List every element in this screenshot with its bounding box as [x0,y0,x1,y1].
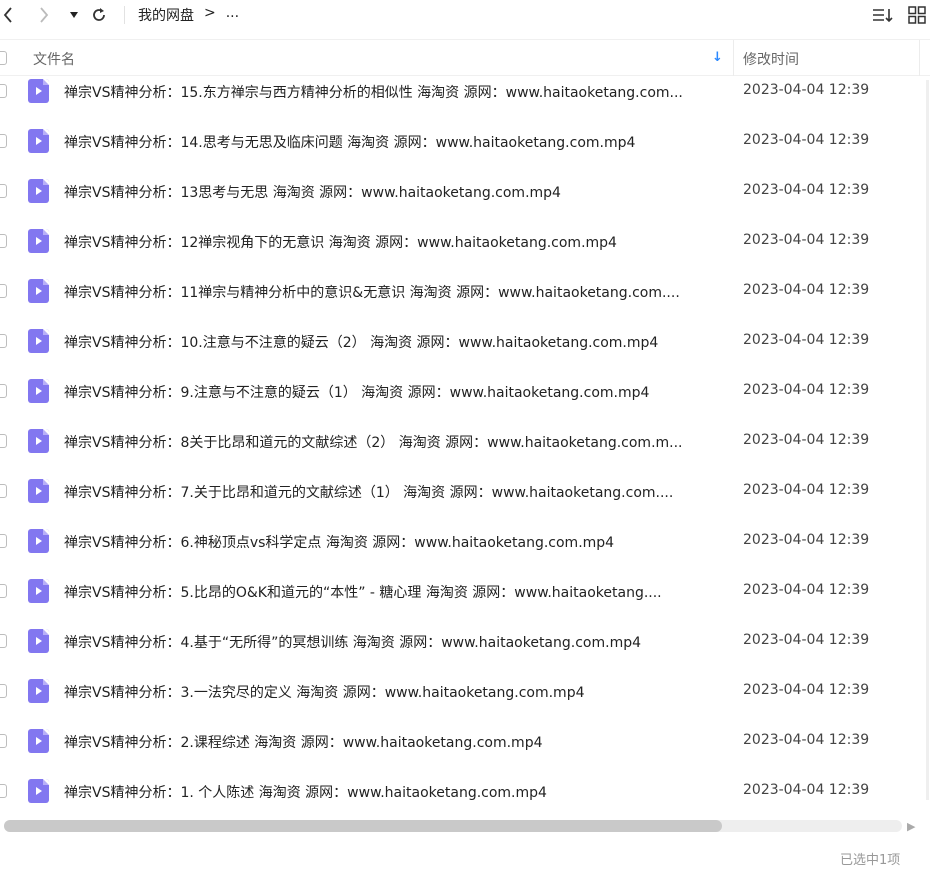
file-modified-time: 2023-04-04 12:39 [743,132,870,148]
file-name[interactable]: 禅宗VS精神分析：4.基于“无所得”的冥想训练 海淘资 源网：www.haita… [64,632,724,652]
file-modified-time: 2023-04-04 12:39 [743,382,870,398]
file-modified-time: 2023-04-04 12:39 [743,532,870,548]
video-file-icon [28,779,49,803]
scroll-right-arrow-icon[interactable]: ▶ [907,820,915,833]
breadcrumb-ellipsis[interactable]: ... [226,5,239,25]
toolbar-divider [124,6,125,24]
video-file-icon [28,229,49,253]
horizontal-scrollbar-thumb[interactable] [4,820,723,832]
horizontal-scrollbar[interactable] [4,820,902,832]
breadcrumb: 我的网盘 > ... [138,5,239,25]
file-row[interactable]: 禅宗VS精神分析：15.东方禅宗与西方精神分析的相似性 海淘资 源网：www.h… [0,66,930,116]
row-checkbox[interactable] [0,784,7,798]
file-row[interactable]: 禅宗VS精神分析：2.课程综述 海淘资 源网：www.haitaoketang.… [0,716,930,766]
file-modified-time: 2023-04-04 12:39 [743,582,870,598]
video-file-icon [28,379,49,403]
file-row[interactable]: 禅宗VS精神分析：14.思考与无思及临床问题 海淘资 源网：www.haitao… [0,116,930,166]
file-row[interactable]: 禅宗VS精神分析：11禅宗与精神分析中的意识&无意识 海淘资 源网：www.ha… [0,266,930,316]
file-modified-time: 2023-04-04 12:39 [743,282,870,298]
file-row[interactable]: 禅宗VS精神分析：13思考与无思 海淘资 源网：www.haitaoketang… [0,166,930,216]
row-checkbox[interactable] [0,634,7,648]
file-name[interactable]: 禅宗VS精神分析：13思考与无思 海淘资 源网：www.haitaoketang… [64,182,724,202]
video-file-icon [28,179,49,203]
row-checkbox[interactable] [0,84,7,98]
file-name[interactable]: 禅宗VS精神分析：12禅宗视角下的无意识 海淘资 源网：www.haitaoke… [64,232,724,252]
video-file-icon [28,479,49,503]
file-name[interactable]: 禅宗VS精神分析：9.注意与不注意的疑云（1） 海淘资 源网：www.haita… [64,382,724,402]
chevron-right-icon[interactable] [36,3,52,27]
file-name[interactable]: 禅宗VS精神分析：10.注意与不注意的疑云（2） 海淘资 源网：www.hait… [64,332,724,352]
history-dropdown-icon[interactable] [68,3,80,27]
video-file-icon [28,629,49,653]
file-row[interactable]: 禅宗VS精神分析：6.神秘顶点vs科学定点 海淘资 源网：www.haitaok… [0,516,930,566]
file-name[interactable]: 禅宗VS精神分析：2.课程综述 海淘资 源网：www.haitaoketang.… [64,732,724,752]
video-file-icon [28,129,49,153]
file-row[interactable]: 禅宗VS精神分析：3.一法究尽的定义 海淘资 源网：www.haitaoketa… [0,666,930,716]
file-row[interactable]: 禅宗VS精神分析：5.比昂的O&K和道元的“本性” - 糖心理 海淘资 源网：w… [0,566,930,616]
sort-direction-arrow-icon[interactable]: ↓ [712,50,723,65]
chevron-left-icon[interactable] [0,3,16,27]
file-modified-time: 2023-04-04 12:39 [743,82,870,98]
file-modified-time: 2023-04-04 12:39 [743,232,870,248]
vertical-scrollbar[interactable] [926,80,929,800]
file-name[interactable]: 禅宗VS精神分析：15.东方禅宗与西方精神分析的相似性 海淘资 源网：www.h… [64,82,724,102]
file-row[interactable]: 禅宗VS精神分析：9.注意与不注意的疑云（1） 海淘资 源网：www.haita… [0,366,930,416]
row-checkbox[interactable] [0,534,7,548]
file-modified-time: 2023-04-04 12:39 [743,332,870,348]
file-name[interactable]: 禅宗VS精神分析：5.比昂的O&K和道元的“本性” - 糖心理 海淘资 源网：w… [64,582,724,602]
row-checkbox[interactable] [0,334,7,348]
video-file-icon [28,579,49,603]
file-row[interactable]: 禅宗VS精神分析：12禅宗视角下的无意识 海淘资 源网：www.haitaoke… [0,216,930,266]
breadcrumb-separator: > [204,5,216,21]
refresh-icon[interactable] [90,3,108,27]
file-modified-time: 2023-04-04 12:39 [743,632,870,648]
file-modified-time: 2023-04-04 12:39 [743,182,870,198]
file-row[interactable]: 禅宗VS精神分析：10.注意与不注意的疑云（2） 海淘资 源网：www.hait… [0,316,930,366]
video-file-icon [28,329,49,353]
file-modified-time: 2023-04-04 12:39 [743,782,870,798]
file-modified-time: 2023-04-04 12:39 [743,482,870,498]
video-file-icon [28,529,49,553]
breadcrumb-root[interactable]: 我的网盘 [138,5,194,25]
file-modified-time: 2023-04-04 12:39 [743,682,870,698]
row-checkbox[interactable] [0,434,7,448]
file-row[interactable]: 禅宗VS精神分析：4.基于“无所得”的冥想训练 海淘资 源网：www.haita… [0,616,930,666]
file-name[interactable]: 禅宗VS精神分析：6.神秘顶点vs科学定点 海淘资 源网：www.haitaok… [64,532,724,552]
file-list: 禅宗VS精神分析：15.东方禅宗与西方精神分析的相似性 海淘资 源网：www.h… [0,66,930,816]
file-row[interactable]: 禅宗VS精神分析：1. 个人陈述 海淘资 源网：www.haitaoketang… [0,766,930,816]
video-file-icon [28,679,49,703]
file-name[interactable]: 禅宗VS精神分析：3.一法究尽的定义 海淘资 源网：www.haitaoketa… [64,682,724,702]
selection-status: 已选中1项 [840,853,901,868]
file-modified-time: 2023-04-04 12:39 [743,432,870,448]
file-name[interactable]: 禅宗VS精神分析：1. 个人陈述 海淘资 源网：www.haitaoketang… [64,782,724,802]
row-checkbox[interactable] [0,684,7,698]
file-name[interactable]: 禅宗VS精神分析：7.关于比昂和道元的文献综述（1） 海淘资 源网：www.ha… [64,482,724,502]
file-row[interactable]: 禅宗VS精神分析：7.关于比昂和道元的文献综述（1） 海淘资 源网：www.ha… [0,466,930,516]
row-checkbox[interactable] [0,234,7,248]
file-name[interactable]: 禅宗VS精神分析：11禅宗与精神分析中的意识&无意识 海淘资 源网：www.ha… [64,282,724,302]
row-checkbox[interactable] [0,734,7,748]
row-checkbox[interactable] [0,184,7,198]
video-file-icon [28,79,49,103]
toolbar: 我的网盘 > ... [0,0,930,30]
video-file-icon [28,279,49,303]
row-checkbox[interactable] [0,484,7,498]
file-row[interactable]: 禅宗VS精神分析：8关于比昂和道元的文献综述（2） 海淘资 源网：www.hai… [0,416,930,466]
file-name[interactable]: 禅宗VS精神分析：8关于比昂和道元的文献综述（2） 海淘资 源网：www.hai… [64,432,724,452]
file-modified-time: 2023-04-04 12:39 [743,732,870,748]
row-checkbox[interactable] [0,284,7,298]
video-file-icon [28,429,49,453]
row-checkbox[interactable] [0,384,7,398]
row-checkbox[interactable] [0,134,7,148]
sort-list-icon[interactable] [871,3,895,27]
file-name[interactable]: 禅宗VS精神分析：14.思考与无思及临床问题 海淘资 源网：www.haitao… [64,132,724,152]
video-file-icon [28,729,49,753]
select-all-checkbox[interactable] [0,51,7,65]
grid-view-icon[interactable] [906,3,928,27]
row-checkbox[interactable] [0,584,7,598]
